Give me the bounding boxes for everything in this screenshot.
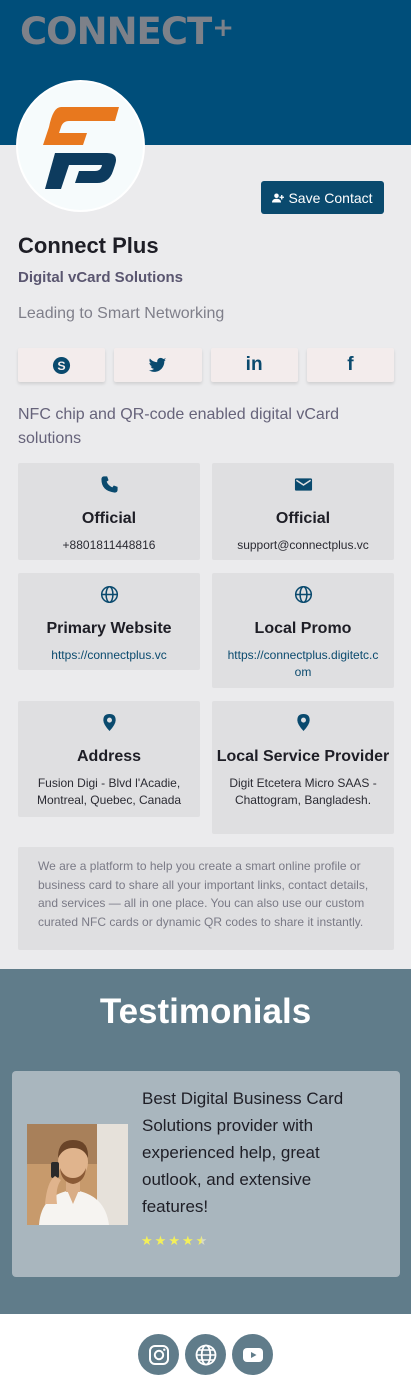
footer-website-link[interactable]: [185, 1334, 226, 1375]
brand-logo: CONNECT+: [20, 10, 234, 53]
location-icon: [296, 713, 310, 732]
testimonials-section: Testimonials Best Digital Business Card …: [0, 969, 411, 1314]
footer-youtube-link[interactable]: [232, 1334, 273, 1375]
linkedin-icon: in: [245, 354, 263, 375]
profile-avatar: [16, 80, 145, 212]
contact-value: Fusion Digi - Blvd l'Acadie, Montreal, Q…: [36, 776, 182, 807]
globe-icon: [195, 1344, 216, 1365]
contact-card-service-provider[interactable]: Local Service Provider Digit Etcetera Mi…: [212, 701, 394, 834]
facebook-icon: f: [347, 354, 354, 375]
profile-subtitle: Digital vCard Solutions: [18, 269, 184, 286]
contact-link[interactable]: https://connectplus.vc: [18, 647, 200, 664]
star-icon: ★: [181, 1233, 194, 1248]
contact-title: Primary Website: [46, 620, 172, 637]
add-user-icon: [272, 193, 285, 202]
svg-text:S: S: [58, 358, 66, 372]
globe-icon: [100, 585, 118, 604]
star-icon: ★: [141, 1233, 153, 1248]
youtube-icon: [242, 1347, 263, 1362]
person-photo-icon: [27, 1124, 128, 1225]
contact-title: Address: [76, 748, 142, 765]
save-contact-label: Save Contact: [288, 189, 373, 206]
social-linkedin[interactable]: in: [210, 348, 298, 382]
contact-title: Official: [275, 510, 331, 527]
social-skype[interactable]: S: [18, 348, 106, 382]
contact-card-phone[interactable]: Official +8801811448816: [18, 463, 200, 560]
about-text: We are a platform to help you create a s…: [18, 847, 394, 950]
globe-icon: [294, 585, 312, 604]
instagram-icon: [148, 1344, 169, 1365]
brand-logo-text: CONNECT: [20, 10, 212, 53]
contact-card-email[interactable]: Official support@connectplus.vc: [212, 463, 394, 560]
profile-name: Connect Plus: [18, 233, 159, 258]
brand-logo-plus: +: [212, 13, 234, 43]
footer-social-links: [138, 1334, 273, 1375]
half-star-icon: ★: [195, 1233, 208, 1248]
contact-title: Local Promo: [254, 620, 352, 637]
contact-title: Local Service Provider: [216, 748, 390, 765]
phone-icon: [100, 476, 118, 493]
star-icon: ★: [168, 1233, 180, 1248]
footer: [0, 1314, 411, 1396]
testimonial-rating: ★ ★ ★ ★ ★: [141, 1233, 207, 1249]
contact-link[interactable]: https://connectplus.digitetc.com: [212, 647, 394, 681]
contact-value: +8801811448816: [62, 538, 156, 552]
footer-instagram-link[interactable]: [138, 1334, 179, 1375]
testimonial-photo: [27, 1124, 128, 1225]
location-icon: [102, 713, 116, 732]
twitter-icon: [149, 357, 167, 372]
profile-description: NFC chip and QR-code enabled digital vCa…: [18, 406, 340, 447]
company-logo-icon: [42, 107, 119, 189]
contact-value: Digit Etcetera Micro SAAS - Chattogram, …: [229, 776, 377, 807]
social-twitter[interactable]: [114, 348, 202, 382]
contact-card-address[interactable]: Address Fusion Digi - Blvd l'Acadie, Mon…: [18, 701, 200, 817]
contact-card-promo[interactable]: Local Promo https://connectplus.digitetc…: [212, 573, 394, 688]
profile-tagline: Leading to Smart Networking: [18, 305, 225, 322]
skype-icon: S: [53, 356, 71, 374]
testimonials-heading: Testimonials: [99, 992, 312, 1031]
contact-title: Official: [81, 510, 137, 527]
social-links: S in f: [18, 348, 394, 382]
contact-card-website[interactable]: Primary Website https://connectplus.vc: [18, 573, 200, 670]
mail-icon: [294, 478, 312, 491]
social-facebook[interactable]: f: [306, 348, 394, 382]
star-icon: ★: [154, 1233, 167, 1248]
testimonial-text: Best Digital Business Card Solutions pro…: [142, 1089, 344, 1216]
testimonial-card: Best Digital Business Card Solutions pro…: [12, 1071, 400, 1277]
save-contact-button[interactable]: Save Contact: [261, 181, 384, 214]
contact-value: support@connectplus.vc: [237, 538, 369, 552]
